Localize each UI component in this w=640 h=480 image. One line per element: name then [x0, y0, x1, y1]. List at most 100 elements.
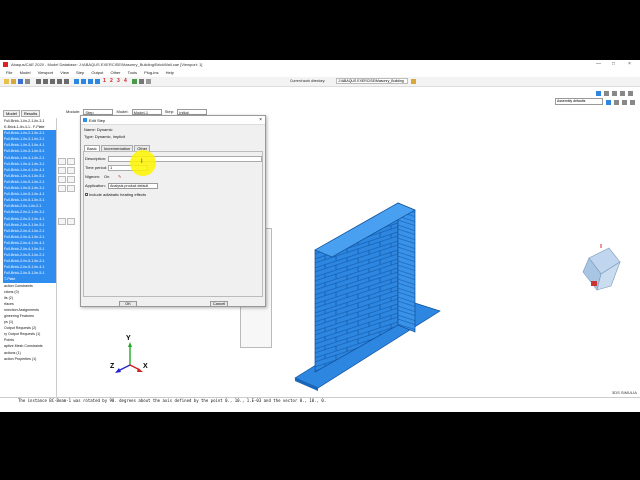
perspective-icon[interactable]	[614, 100, 619, 105]
nlgeom-value[interactable]: On	[104, 174, 109, 179]
display-group-icon[interactable]	[596, 91, 601, 96]
pan-icon[interactable]	[36, 79, 41, 84]
name-label: Name:	[84, 127, 96, 132]
step-3-button[interactable]: 3	[117, 78, 120, 84]
translucency-icon[interactable]	[622, 100, 627, 105]
assembly-defaults-select[interactable]: Assembly defaults	[555, 98, 603, 105]
remove-icon[interactable]	[620, 91, 625, 96]
adaptive-domain-tool[interactable]	[67, 176, 75, 183]
create-step-tool[interactable]	[58, 158, 66, 165]
maximize-button[interactable]: □	[612, 60, 615, 69]
render-icon[interactable]	[132, 79, 137, 84]
menu-plugins[interactable]: Plug-ins	[144, 69, 158, 77]
viewport-canvas[interactable]	[270, 120, 640, 397]
nlgeom-label: Nlgeom:	[85, 174, 100, 179]
view-cube[interactable]	[582, 244, 621, 291]
all-icon[interactable]	[628, 91, 633, 96]
step-manager-tool[interactable]	[67, 158, 75, 165]
model-label: Model:	[116, 109, 129, 114]
step-4-button[interactable]: 4	[124, 78, 127, 84]
top-view-icon[interactable]	[88, 79, 93, 84]
dialog-title-bar: Edit Step ×	[81, 116, 265, 125]
menu-model[interactable]: Model	[20, 69, 31, 77]
text-cursor-icon: I	[141, 159, 143, 165]
window-title: Abaqus/CAE 2020 - Model Database: J:\ABA…	[11, 62, 203, 67]
brick-wall-side[interactable]	[397, 202, 416, 333]
menu-bar: File Model Viewport View Step Output Oth…	[0, 69, 640, 77]
auto-fit-icon[interactable]	[64, 79, 69, 84]
application-label: Application:	[85, 183, 106, 188]
hidden-line-icon[interactable]	[146, 79, 151, 84]
model-tree: Full-Brick-1-lin-2-1-lin-3-1 K-Brick-1-li…	[3, 118, 57, 404]
menu-file[interactable]: File	[6, 69, 12, 77]
front-view-icon[interactable]	[81, 79, 86, 84]
step-toolbox	[58, 118, 78, 318]
shaded-icon[interactable]	[606, 100, 611, 105]
iso-view-icon[interactable]	[74, 79, 79, 84]
menu-tools[interactable]: Tools	[128, 69, 137, 77]
save-icon[interactable]	[18, 79, 23, 84]
tree-item[interactable]: action Properties (1)	[3, 356, 56, 362]
menu-help[interactable]: Help	[166, 69, 174, 77]
tab-model[interactable]: Model	[3, 110, 20, 117]
side-view-icon[interactable]	[95, 79, 100, 84]
axis-z-label: Z	[110, 363, 115, 370]
cursor-highlight	[130, 150, 156, 176]
type-label: Type:	[84, 134, 94, 139]
time-period-label: Time period:	[85, 165, 108, 170]
zoom-box-icon[interactable]	[57, 79, 62, 84]
menu-output[interactable]: Output	[91, 69, 103, 77]
partition-tool[interactable]	[58, 218, 66, 225]
adiabatic-row[interactable]: Include adiabatic heating effects	[85, 192, 146, 197]
simulia-logo: 3DS SIMULIA	[612, 390, 637, 395]
replace-icon[interactable]	[604, 91, 609, 96]
menu-view[interactable]: View	[60, 69, 69, 77]
description-label: Description:	[85, 156, 107, 161]
axis-x-label: X	[143, 363, 148, 370]
dialog-icon	[83, 118, 87, 122]
menu-other[interactable]: Other	[110, 69, 120, 77]
cancel-button[interactable]: Cancel	[210, 301, 228, 307]
application-select[interactable]: Analysis product default	[108, 183, 158, 189]
open-folder-icon[interactable]	[11, 79, 16, 84]
abaqus-window: Abaqus/CAE 2020 - Model Database: J:\ABA…	[0, 60, 640, 412]
add-icon[interactable]	[612, 91, 617, 96]
step-label: Step:	[164, 109, 175, 114]
print-icon[interactable]	[25, 79, 30, 84]
name-row: Name: Dynamic	[84, 127, 112, 132]
display-options-tool[interactable]	[67, 185, 75, 192]
edit-pencil-icon[interactable]: ✎	[118, 174, 121, 179]
workdir-field[interactable]: J:\ABAQUS EXERCISE\Masonry_Building	[336, 78, 408, 84]
menu-viewport[interactable]: Viewport	[38, 69, 54, 77]
new-file-icon[interactable]	[4, 79, 9, 84]
message-area: The instance BC-Beam-1 was rotated by 90…	[0, 397, 640, 412]
menu-step[interactable]: Step	[76, 69, 84, 77]
browse-folder-icon[interactable]	[411, 79, 416, 84]
title-bar: Abaqus/CAE 2020 - Model Database: J:\ABA…	[0, 60, 640, 69]
abaqus-app-icon	[3, 62, 8, 67]
adaptive-mesh-tool[interactable]	[58, 176, 66, 183]
zoom-icon[interactable]	[50, 79, 55, 84]
color-code-icon[interactable]	[630, 100, 635, 105]
history-output-tool[interactable]	[67, 167, 75, 174]
minimize-button[interactable]: —	[596, 60, 601, 69]
rotate-icon[interactable]	[43, 79, 48, 84]
adiabatic-checkbox[interactable]	[85, 193, 88, 197]
datum-tool[interactable]	[67, 218, 75, 225]
dialog-title: Edit Step	[89, 118, 106, 123]
field-output-tool[interactable]	[58, 167, 66, 174]
module-label: Module:	[66, 109, 81, 114]
tab-results[interactable]: Results	[20, 110, 41, 117]
close-window-button[interactable]: ×	[628, 60, 631, 69]
ok-button[interactable]: OK	[119, 301, 137, 307]
dialog-close-icon[interactable]: ×	[259, 116, 262, 125]
step-1-button[interactable]: 1	[103, 78, 106, 84]
step-2-button[interactable]: 2	[110, 78, 113, 84]
edit-step-dialog: Edit Step × Name: Dynamic Type: Dynamic,…	[80, 115, 266, 307]
name-value: Dynamic	[96, 127, 113, 132]
workdir-label: Current work directory:	[290, 79, 326, 83]
query-tool[interactable]	[58, 185, 66, 192]
wireframe-icon[interactable]	[139, 79, 144, 84]
type-value: Dynamic, Implicit	[94, 134, 126, 139]
adiabatic-label: Include adiabatic heating effects	[89, 192, 147, 197]
